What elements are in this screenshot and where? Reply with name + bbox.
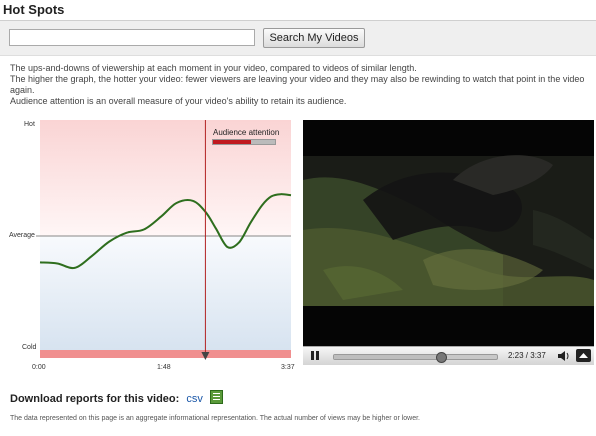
seek-bar[interactable] (333, 352, 498, 363)
legend-label: Audience attention (213, 128, 280, 137)
footnote: The data represented on this page is an … (10, 415, 421, 422)
description-line: The ups-and-downs of viewership at each … (10, 63, 417, 73)
cold-zone (40, 236, 291, 350)
download-section: Download reports for this video: csv (10, 390, 223, 405)
y-tick-label: Average (9, 232, 35, 239)
pause-icon[interactable] (307, 349, 321, 362)
chart-svg (36, 120, 292, 360)
y-tick-label: Hot (24, 121, 35, 128)
hot-spots-chart: Hot Average Cold (0, 116, 298, 376)
player-controls: 2:23 / 3:37 (303, 346, 594, 365)
y-tick-label: Cold (22, 344, 37, 351)
volume-icon[interactable] (557, 350, 571, 362)
attention-meter-fill (213, 140, 252, 144)
description: The ups-and-downs of viewership at each … (10, 63, 592, 107)
csv-link[interactable]: csv (186, 393, 203, 405)
page-title: Hot Spots (3, 2, 65, 17)
description-line: The higher the graph, the hotter your vi… (10, 74, 585, 95)
seek-handle[interactable] (436, 352, 448, 363)
x-tick-label: 3:37 (281, 364, 295, 371)
search-my-videos-button[interactable]: Search My Videos (263, 28, 365, 48)
download-label: Download reports for this video: (10, 393, 180, 405)
seek-bar-played (334, 355, 442, 359)
timeline-strip[interactable] (40, 350, 291, 358)
video-still (303, 120, 594, 346)
x-tick-label: 0:00 (32, 364, 46, 371)
x-tick-label: 1:48 (157, 364, 171, 371)
audience-attention-legend: Audience attention (210, 128, 280, 148)
spreadsheet-icon[interactable] (209, 390, 223, 404)
description-line: Audience attention is an overall measure… (10, 96, 347, 106)
time-display: 2:23 / 3:37 (508, 351, 546, 360)
attention-meter (212, 139, 276, 145)
video-frame[interactable] (303, 120, 594, 346)
search-bar: Search My Videos (0, 21, 596, 56)
page-header: Hot Spots (0, 0, 596, 21)
fullscreen-icon[interactable] (576, 349, 591, 362)
search-input[interactable] (9, 29, 255, 46)
